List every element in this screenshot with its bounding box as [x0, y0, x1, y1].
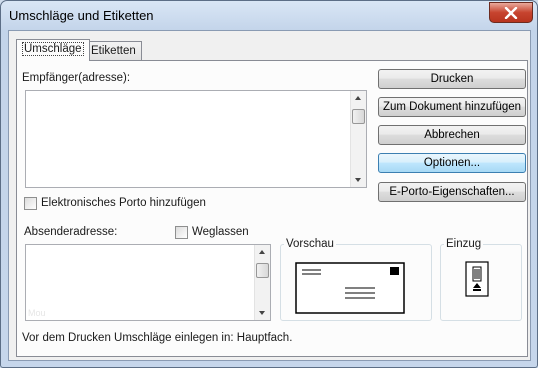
sender-scroll-thumb[interactable] — [256, 263, 269, 278]
recipient-address-input[interactable] — [25, 90, 367, 188]
window-title: Umschläge und Etiketten — [9, 8, 154, 23]
recipient-label: Empfänger(adresse): — [22, 72, 131, 84]
scroll-down-arrow-icon[interactable] — [355, 178, 361, 182]
add-to-document-button[interactable]: Zum Dokument hinzufügen — [378, 97, 526, 117]
feed-groupbox: Einzug — [440, 238, 522, 321]
sender-address-input[interactable]: Mou — [25, 244, 271, 321]
print-button[interactable]: Drucken — [378, 69, 526, 89]
feed-label: Einzug — [444, 238, 484, 250]
scroll-down-arrow-icon[interactable] — [259, 311, 265, 315]
tab-umschlaege-label: Umschläge — [22, 42, 84, 56]
title-bar[interactable]: Umschläge und Etiketten — [1, 1, 537, 31]
scroll-up-arrow-icon[interactable] — [355, 96, 361, 100]
status-text: Vor dem Drucken Umschläge einlegen in: H… — [22, 332, 293, 344]
preview-label: Vorschau — [284, 238, 336, 250]
eporto-checkbox-label[interactable]: Elektronisches Porto hinzufügen — [41, 197, 206, 209]
sender-label: Absenderadresse: — [24, 226, 118, 238]
sender-scrollbar[interactable] — [254, 245, 270, 320]
cancel-button[interactable]: Abbrechen — [378, 125, 526, 145]
eporto-checkbox[interactable] — [24, 197, 37, 210]
omit-checkbox[interactable] — [175, 226, 188, 239]
recipient-scrollbar[interactable] — [350, 91, 366, 187]
options-button[interactable]: Optionen... — [378, 153, 526, 173]
tab-etiketten-label: Etiketten — [91, 45, 136, 57]
recipient-scroll-thumb[interactable] — [352, 109, 365, 124]
eporto-properties-button[interactable]: E-Porto-Eigenschaften... — [378, 182, 526, 202]
tab-umschlaege[interactable]: Umschläge — [16, 39, 90, 61]
tab-panel-umschlaege: Empfänger(adresse): Drucken Zum Dokument… — [16, 60, 528, 357]
omit-checkbox-label[interactable]: Weglassen — [192, 226, 249, 238]
feed-tray-icon[interactable] — [465, 261, 489, 301]
close-icon — [504, 6, 518, 19]
dialog-client-area: Umschläge Etiketten Empfänger(adresse): … — [8, 30, 531, 361]
preview-groupbox: Vorschau — [280, 238, 432, 321]
dialog-window: Umschläge und Etiketten Umschläge Etiket… — [0, 0, 538, 368]
tab-etiketten[interactable]: Etiketten — [85, 41, 142, 60]
close-button[interactable] — [489, 2, 533, 23]
sender-watermark: Mou — [28, 308, 46, 318]
envelope-preview-icon[interactable] — [295, 262, 407, 316]
scroll-up-arrow-icon[interactable] — [259, 250, 265, 254]
